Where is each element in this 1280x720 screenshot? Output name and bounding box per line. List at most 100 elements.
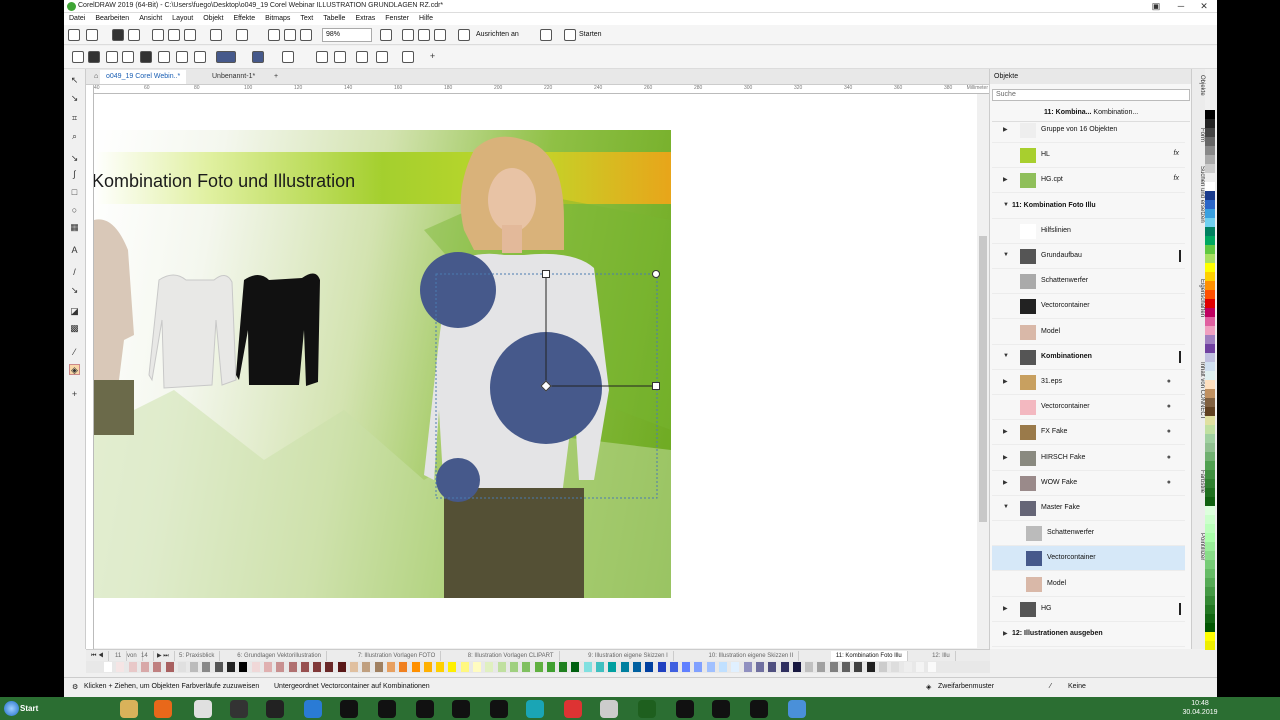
palette-swatch[interactable] <box>1205 488 1215 497</box>
palette-swatch[interactable] <box>1205 299 1215 308</box>
palette-swatch[interactable] <box>1205 308 1215 317</box>
full-screen-icon[interactable] <box>380 29 392 41</box>
menu-item-effekte[interactable]: Effekte <box>228 13 260 25</box>
rectangle-tool-icon[interactable]: □ <box>69 187 80 198</box>
palette-swatch[interactable] <box>1205 434 1215 443</box>
document-color-swatch[interactable] <box>632 662 641 672</box>
snap-to-dropdown[interactable]: Ausrichten an <box>476 29 519 41</box>
fill-rotate-handle[interactable] <box>652 270 660 278</box>
start-dropdown[interactable]: Starten <box>579 29 602 41</box>
document-color-swatch[interactable] <box>116 662 125 672</box>
document-color-swatch[interactable] <box>485 662 494 672</box>
document-color-swatch[interactable] <box>411 662 420 672</box>
object-row[interactable]: ▶ 31.eps ● <box>992 370 1185 395</box>
fill-handle-right[interactable] <box>652 382 660 390</box>
app-icon-10[interactable] <box>452 700 470 718</box>
parallel-dimension-tool-icon[interactable]: / <box>69 267 80 278</box>
palette-swatch[interactable] <box>1205 281 1215 290</box>
document-color-swatch[interactable] <box>928 662 937 672</box>
palette-swatch[interactable] <box>1205 389 1215 398</box>
visibility-eye-icon[interactable]: ● <box>1167 403 1171 410</box>
freehand-tool-icon[interactable]: ↘ <box>69 153 80 164</box>
object-row[interactable]: Model <box>992 572 1185 597</box>
palette-swatch[interactable] <box>1205 641 1215 650</box>
launch-icon[interactable] <box>564 29 576 41</box>
add-icon[interactable]: + <box>427 51 438 62</box>
document-color-swatch[interactable] <box>509 662 518 672</box>
close-icon[interactable]: ✕ <box>1192 0 1216 13</box>
interactive-fill-tool-icon[interactable]: ◈ <box>69 364 80 375</box>
expand-arrow-icon[interactable]: ▼ <box>1003 202 1009 208</box>
page-tab[interactable]: 7: Illustration Vorlagen FOTO <box>353 651 442 661</box>
palette-swatch[interactable] <box>1205 533 1215 542</box>
palette-swatch[interactable] <box>1205 560 1215 569</box>
object-row[interactable]: ▶ HIRSCH Fake ● <box>992 446 1185 471</box>
document-color-swatch[interactable] <box>743 662 752 672</box>
redo-icon[interactable] <box>236 29 248 41</box>
palette-swatch[interactable] <box>1205 245 1215 254</box>
visibility-eye-icon[interactable]: ● <box>1167 479 1171 486</box>
palette-swatch[interactable] <box>1205 506 1215 515</box>
document-color-swatch[interactable] <box>829 662 838 672</box>
menu-item-bearbeiten[interactable]: Bearbeiten <box>90 13 134 25</box>
document-color-swatch[interactable] <box>657 662 666 672</box>
document-color-swatch[interactable] <box>300 662 309 672</box>
app-icon-13[interactable] <box>564 700 582 718</box>
document-color-swatch[interactable] <box>534 662 543 672</box>
palette-swatch[interactable] <box>1205 317 1215 326</box>
page-nav-first-icon[interactable]: ⏮ ◀ <box>86 651 110 661</box>
foreground-color-picker[interactable] <box>252 51 264 63</box>
document-color-swatch[interactable] <box>337 662 346 672</box>
doc-tab-unbenannt[interactable]: Unbenannt-1* <box>206 70 261 84</box>
palette-swatch[interactable] <box>1205 551 1215 560</box>
edge-icon[interactable] <box>304 700 322 718</box>
palette-swatch[interactable] <box>1205 200 1215 209</box>
document-color-swatch[interactable] <box>805 662 814 672</box>
document-color-swatch[interactable] <box>546 662 555 672</box>
app-icon-19[interactable] <box>788 700 806 718</box>
document-color-swatch[interactable] <box>423 662 432 672</box>
palette-swatch[interactable] <box>1205 497 1215 506</box>
palette-swatch[interactable] <box>1205 524 1215 533</box>
page-tab[interactable]: 12: Illu <box>927 651 956 661</box>
expand-arrow-icon[interactable]: ▶ <box>1003 428 1008 435</box>
start-button[interactable]: Start <box>2 699 46 718</box>
document-color-swatch[interactable] <box>473 662 481 672</box>
palette-swatch[interactable] <box>1205 254 1215 263</box>
texture-fill-icon[interactable] <box>176 51 188 63</box>
artistic-media-tool-icon[interactable]: ∫ <box>69 169 80 180</box>
import-icon[interactable] <box>268 29 280 41</box>
page-tab[interactable]: 5: Praxisblick <box>174 651 221 661</box>
document-color-swatch[interactable] <box>854 662 863 672</box>
palette-swatch[interactable] <box>1205 371 1215 380</box>
show-guidelines-icon[interactable] <box>434 29 446 41</box>
document-color-swatch[interactable] <box>128 662 137 672</box>
side-tab[interactable]: Suchen und ersetzen <box>1193 166 1205 223</box>
menu-item-objekt[interactable]: Objekt <box>198 13 228 25</box>
palette-swatch[interactable] <box>1205 236 1215 245</box>
object-row[interactable]: ▼ Master Fake <box>992 496 1185 521</box>
document-color-swatch[interactable] <box>251 662 260 672</box>
palette-swatch[interactable] <box>1205 461 1215 470</box>
menu-item-ansicht[interactable]: Ansicht <box>134 13 167 25</box>
document-color-swatch[interactable] <box>669 662 678 672</box>
palette-swatch[interactable] <box>1205 218 1215 227</box>
document-color-swatch[interactable] <box>460 662 469 672</box>
transform-with-object-icon[interactable] <box>356 51 368 63</box>
document-color-swatch[interactable] <box>153 662 162 672</box>
document-color-swatch[interactable] <box>313 662 322 672</box>
object-row[interactable]: Vectorcontainer <box>992 294 1185 320</box>
show-grid-icon[interactable] <box>418 29 430 41</box>
document-color-swatch[interactable] <box>362 662 371 672</box>
palette-swatch[interactable] <box>1205 344 1215 353</box>
page-tab[interactable]: 10: Illustration eigene Skizzen II <box>704 651 800 661</box>
document-color-swatch[interactable] <box>596 662 604 672</box>
app-icon-12[interactable] <box>526 700 544 718</box>
zoom-tool-icon[interactable]: ⌕ <box>69 131 80 142</box>
document-color-swatch[interactable] <box>214 662 223 672</box>
open-icon[interactable] <box>86 29 98 41</box>
menu-item-datei[interactable]: Datei <box>64 13 90 25</box>
document-color-swatch[interactable] <box>780 662 789 672</box>
layer-row[interactable]: ▶ 12: Illustrationen ausgeben <box>992 622 1185 647</box>
graph-paper-tool-icon[interactable]: ▦ <box>69 222 80 233</box>
